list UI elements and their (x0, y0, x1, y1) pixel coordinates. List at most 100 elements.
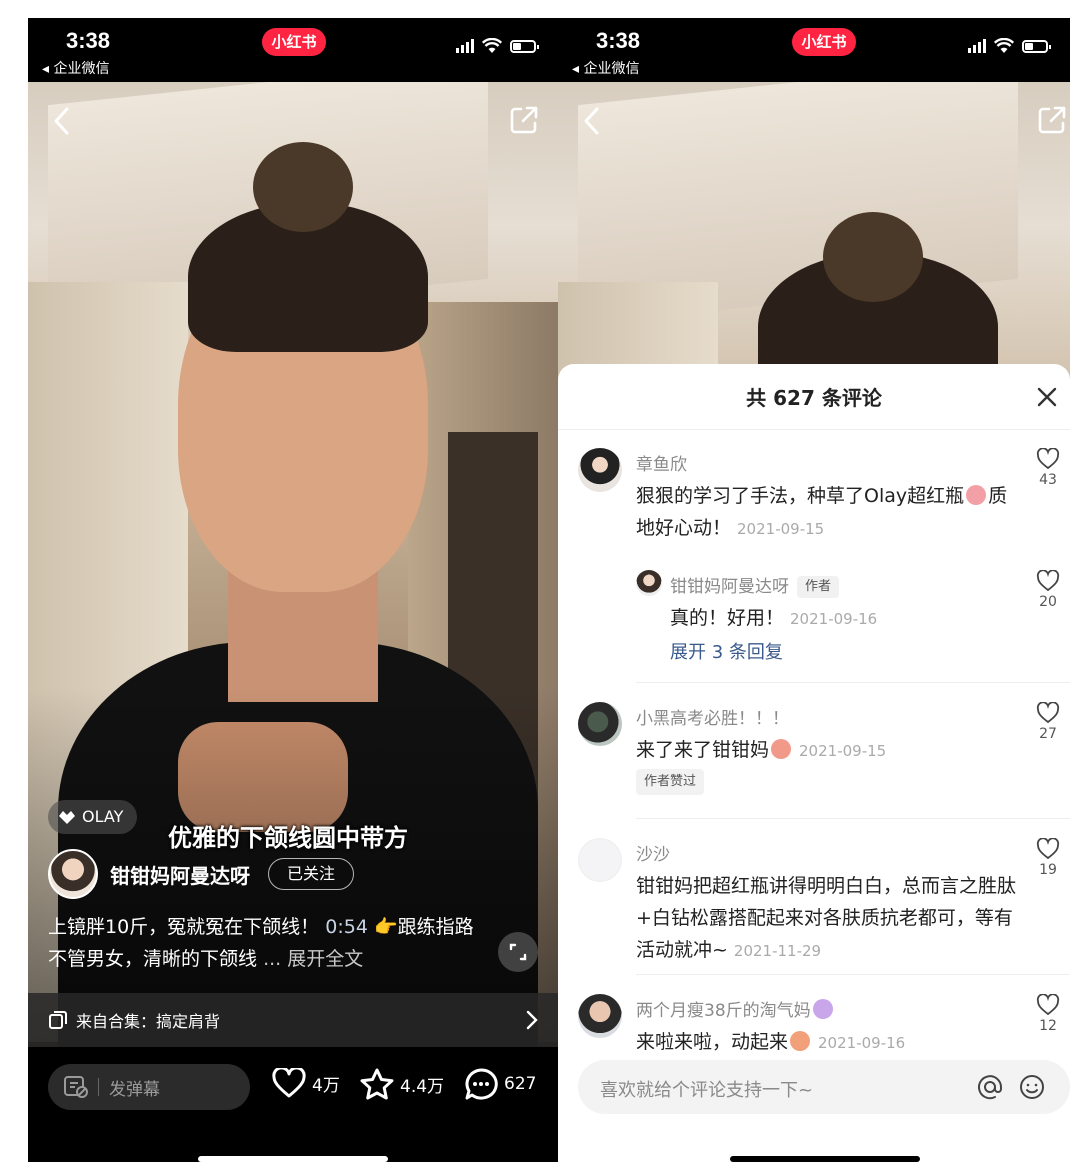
star-icon (360, 1068, 394, 1100)
comments-screen: 3:38 ◂ 企业微信 小红书 共 627 条评论 章鱼欣 狠狠的学习了手法，种… (558, 18, 1070, 1162)
heart-icon (1036, 570, 1060, 592)
author-tag: 作者 (797, 576, 840, 598)
header-divider (558, 429, 1070, 430)
desc-timestamp[interactable]: 0:54 (325, 916, 368, 938)
comment-like-button[interactable]: 12 (1034, 994, 1062, 1034)
like-count: 4万 (312, 1075, 340, 1096)
brand-tag-label: OLAY (82, 807, 124, 826)
avatar[interactable] (578, 448, 622, 492)
back-icon[interactable] (52, 106, 72, 136)
comment-body: 狠狠的学习了手法，种草了Olay超红瓶 (636, 485, 965, 507)
at-icon[interactable] (976, 1073, 1004, 1101)
comment-author[interactable]: 两个月瘦38斤的淘气妈 (636, 996, 835, 1021)
status-icons (456, 38, 539, 54)
blush-emoji-icon (966, 485, 987, 505)
unicorn-emoji-icon (812, 999, 833, 1019)
heart-icon (1036, 702, 1060, 724)
comment-button[interactable]: 627 (464, 1068, 536, 1100)
wifi-icon (994, 38, 1014, 53)
author-name[interactable]: 钳钳妈阿曼达呀 (110, 860, 250, 889)
status-icons (968, 38, 1051, 54)
app-badge: 小红书 (262, 28, 326, 56)
peach-emoji-icon (771, 739, 792, 759)
chevron-right-icon (526, 1010, 538, 1030)
avatar[interactable] (578, 994, 622, 1038)
avatar[interactable] (578, 838, 622, 882)
wifi-icon (482, 38, 502, 53)
comment-count: 627 (504, 1074, 537, 1094)
comment-date: 2021-09-16 (818, 1034, 906, 1052)
battery-icon (1022, 39, 1051, 53)
comment-like-count: 43 (1039, 472, 1057, 488)
close-icon[interactable] (1036, 386, 1058, 408)
comment-divider (636, 818, 1070, 819)
collection-icon (49, 1011, 67, 1029)
collection-bar[interactable]: 来自合集：搞定肩背 (28, 993, 558, 1047)
back-icon[interactable] (582, 106, 602, 136)
comment-like-count: 19 (1039, 862, 1057, 878)
comment-icon (465, 1068, 498, 1100)
avatar[interactable] (636, 570, 662, 596)
home-indicator[interactable] (730, 1156, 920, 1162)
video-description[interactable]: 上镜胖10斤，冤就冤在下颌线！ 0:54 👉跟练指路 不管男女，清晰的下颌线 .… (48, 911, 478, 975)
author-liked-chip: 作者赞过 (636, 769, 705, 795)
brand-tag[interactable]: OLAY (48, 800, 138, 834)
video-player[interactable] (28, 82, 558, 1047)
collect-button[interactable]: 4.4万 (360, 1068, 444, 1100)
comments-title: 共 627 条评论 (746, 386, 882, 410)
video-screen: 3:38 ◂ 企业微信 小红书 OLAY 优雅的下颌线圆中带方 钳钳妈阿曼达呀 … (28, 18, 558, 1162)
comment-input-placeholder: 喜欢就给个评论支持一下~ (600, 1080, 814, 1101)
battery-icon (510, 39, 539, 53)
comment-like-count: 27 (1039, 726, 1057, 742)
expand-replies-link[interactable]: 展开 3 条回复 (670, 638, 783, 664)
avatar[interactable] (48, 849, 98, 899)
comment-divider (636, 682, 1070, 683)
status-bar: 3:38 ◂ 企业微信 小红书 (28, 18, 558, 82)
comment-like-button[interactable]: 27 (1034, 702, 1062, 742)
action-bar: 发弹幕 4万 4.4万 627 (28, 1047, 558, 1162)
reply-body: 真的！好用！ (670, 607, 785, 629)
comment-date: 2021-11-29 (733, 942, 822, 960)
comment-like-button[interactable]: 43 (1034, 448, 1062, 488)
back-to-app-label[interactable]: ◂ 企业微信 (42, 58, 109, 78)
comment-input[interactable]: 喜欢就给个评论支持一下~ (578, 1060, 1070, 1114)
smile-icon[interactable] (1018, 1073, 1046, 1101)
signal-icon (456, 39, 474, 53)
olay-logo-icon (59, 811, 75, 824)
reply-author[interactable]: 钳钳妈阿曼达呀 作者 (670, 572, 840, 598)
comment-body: 来了来了钳钳妈 (636, 739, 770, 761)
home-indicator[interactable] (198, 1156, 388, 1162)
comment-date: 2021-09-15 (737, 520, 825, 538)
expand-text-link[interactable]: ... 展开全文 (263, 948, 363, 970)
signal-icon (968, 39, 986, 53)
comment-date: 2021-09-15 (799, 742, 887, 760)
status-bar: 3:38 ◂ 企业微信 小红书 (558, 18, 1070, 82)
comment-body: 钳钳妈把超红瓶讲得明明白白，总而言之胜肽+白钻松露搭配起来对各肤质抗老都可，等有… (636, 875, 1017, 961)
heart-icon (1036, 994, 1060, 1016)
reply-date: 2021-09-16 (790, 610, 878, 628)
share-icon[interactable] (510, 106, 538, 134)
danmu-separator (98, 1078, 99, 1096)
avatar[interactable] (578, 702, 622, 746)
comment-like-button[interactable]: 19 (1034, 838, 1062, 878)
danmu-input[interactable]: 发弹幕 (48, 1064, 250, 1110)
comment-author[interactable]: 沙沙 (636, 840, 670, 865)
peach-emoji-icon (790, 1031, 811, 1051)
comment-author[interactable]: 章鱼欣 (636, 450, 687, 475)
heart-icon (1036, 448, 1060, 470)
comment-author[interactable]: 小黑高考必胜！！！ (636, 704, 789, 729)
share-icon[interactable] (1038, 106, 1066, 134)
comment-like-count: 12 (1039, 1018, 1057, 1034)
comments-sheet: 共 627 条评论 章鱼欣 狠狠的学习了手法，种草了Olay超红瓶 质地好心动！ 2… (558, 364, 1070, 1162)
comment-like-count: 20 (1039, 594, 1057, 610)
fullscreen-icon[interactable] (498, 932, 538, 972)
like-button[interactable]: 4万 (272, 1068, 340, 1098)
heart-icon (272, 1068, 306, 1098)
comment-text: 来了来了钳钳妈 2021-09-15 (636, 734, 1016, 767)
pointer-emoji: 👉 (373, 916, 398, 938)
back-to-app-label[interactable]: ◂ 企业微信 (572, 58, 639, 78)
comment-like-button[interactable]: 20 (1034, 570, 1062, 610)
heart-icon (1036, 838, 1060, 860)
follow-button[interactable]: 已关注 (268, 858, 355, 890)
status-time: 3:38 (596, 28, 641, 53)
